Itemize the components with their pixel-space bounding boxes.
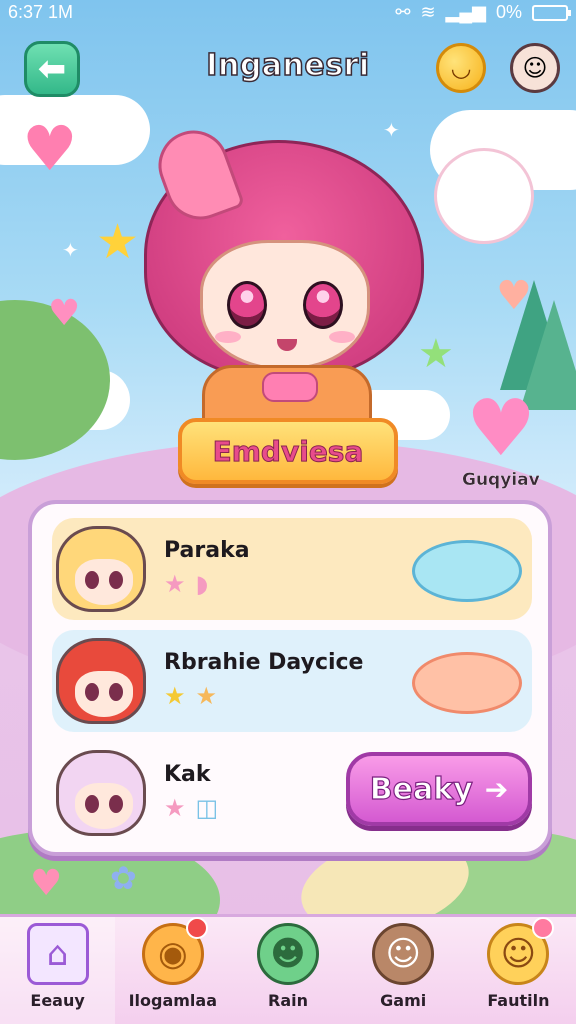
status-time: 6:37 1M	[8, 2, 74, 22]
nav-label: Ilogamlaa	[128, 991, 218, 1010]
bottom-nav: ⌂ Eeauy ◉ Ilogamlaa ☻ Rain ☺ Gami ☺ Faut…	[0, 914, 576, 1024]
nav-label: Fautiln	[487, 991, 550, 1010]
trait-icons: ★ ★	[164, 682, 217, 710]
big-heart-icon: ♥	[466, 384, 536, 474]
candy-icon: ◫	[195, 794, 219, 822]
status-icons: ⚯ ≋ ▂▄▆ 0%	[395, 2, 571, 23]
mouth	[277, 339, 297, 351]
eye	[227, 281, 267, 329]
house-icon: ⌂	[26, 923, 89, 985]
cat-character-icon: ☻	[257, 923, 319, 985]
blush	[329, 331, 355, 343]
battery-icon	[532, 4, 571, 21]
cat-face-icon: ☺	[372, 923, 435, 985]
star-icon: ★	[164, 682, 186, 710]
smiley-icon: ◡	[450, 54, 472, 82]
eye	[109, 795, 123, 813]
star-icon: ★	[96, 214, 140, 270]
roster-name: Paraka	[164, 538, 250, 563]
nav-label: Gami	[380, 991, 427, 1010]
flower-icon: ✿	[110, 859, 137, 897]
play-button-label: Beaky	[369, 771, 473, 807]
trait-icons: ★ ◗	[164, 570, 208, 598]
avatar-face	[75, 671, 133, 717]
heart-icon: ♥	[48, 293, 81, 334]
avatar-face	[75, 559, 133, 605]
eye	[85, 571, 99, 589]
nav-item-shop[interactable]: ◉ Ilogamlaa	[115, 917, 230, 1024]
battery-percent: 0%	[495, 2, 522, 22]
page-title: Inganesri	[206, 47, 370, 84]
nav-item-home[interactable]: ⌂ Eeauy	[0, 917, 116, 1024]
arrow-right-icon: ➔	[484, 772, 509, 806]
roster-row[interactable]: Kak ★ ◫ Beaky ➔	[52, 742, 532, 844]
character-avatar	[56, 750, 146, 836]
nav-item-profile[interactable]: ☺ Fautiln	[461, 917, 576, 1024]
emoji-button[interactable]: ◡	[436, 43, 486, 93]
back-button[interactable]: ⬅	[24, 41, 80, 97]
nav-label: Eeauy	[30, 991, 85, 1010]
play-button[interactable]: Beaky ➔	[346, 752, 532, 826]
bun-pet-icon	[412, 652, 522, 714]
eye	[303, 281, 343, 329]
trait-icons: ★ ◫	[164, 794, 218, 822]
heart-icon: ♥	[22, 112, 78, 185]
star-icon: ★	[164, 794, 186, 822]
hero-ribbon	[262, 372, 318, 402]
nav-label: Rain	[268, 991, 308, 1010]
notification-badge	[186, 917, 209, 939]
eye	[109, 571, 123, 589]
avatar-icon: ☺	[522, 54, 548, 82]
character-roster-panel: Paraka ★ ◗ Rbrahie Daycice ★ ★ Kak ★ ◫ B…	[28, 500, 552, 856]
heart-icon: ♥	[496, 273, 532, 319]
character-avatar	[56, 638, 146, 724]
profile-avatar-button[interactable]: ☺	[510, 43, 560, 93]
heart-icon: ♥	[30, 863, 63, 904]
wifi-icon: ≋	[420, 2, 436, 22]
nav-item-games[interactable]: ☺ Gami	[346, 917, 461, 1024]
link-icon: ⚯	[395, 2, 411, 22]
status-bar: 6:37 1M ⚯ ≋ ▂▄▆ 0%	[0, 0, 576, 26]
roster-name: Rbrahie Daycice	[164, 650, 364, 675]
character-name: Emdviesa	[212, 434, 364, 468]
character-name-banner[interactable]: Emdviesa	[178, 418, 398, 484]
roster-row[interactable]: Paraka ★ ◗	[52, 518, 532, 620]
hero-character[interactable]	[140, 110, 440, 435]
shell-icon: ◗	[195, 570, 209, 598]
star-icon: ★	[164, 570, 186, 598]
sparkle-icon: ✦	[62, 238, 79, 262]
roster-name: Kak	[164, 762, 211, 787]
roster-row[interactable]: Rbrahie Daycice ★ ★	[52, 630, 532, 732]
arrow-left-icon: ⬅	[37, 49, 67, 89]
signal-icon: ▂▄▆	[445, 2, 486, 22]
nav-item-characters[interactable]: ☻ Rain	[230, 917, 345, 1024]
ghost-cat-icon	[434, 148, 534, 244]
heart-badge	[532, 917, 555, 939]
side-caption: Guqyiav	[462, 470, 540, 490]
eye	[85, 795, 99, 813]
star-icon: ★	[195, 682, 218, 710]
fish-pet-icon	[412, 540, 522, 602]
eye	[85, 683, 99, 701]
character-avatar	[56, 526, 146, 612]
avatar-face	[75, 783, 133, 829]
eye	[109, 683, 123, 701]
blush	[215, 331, 241, 343]
hero-face	[200, 240, 370, 370]
